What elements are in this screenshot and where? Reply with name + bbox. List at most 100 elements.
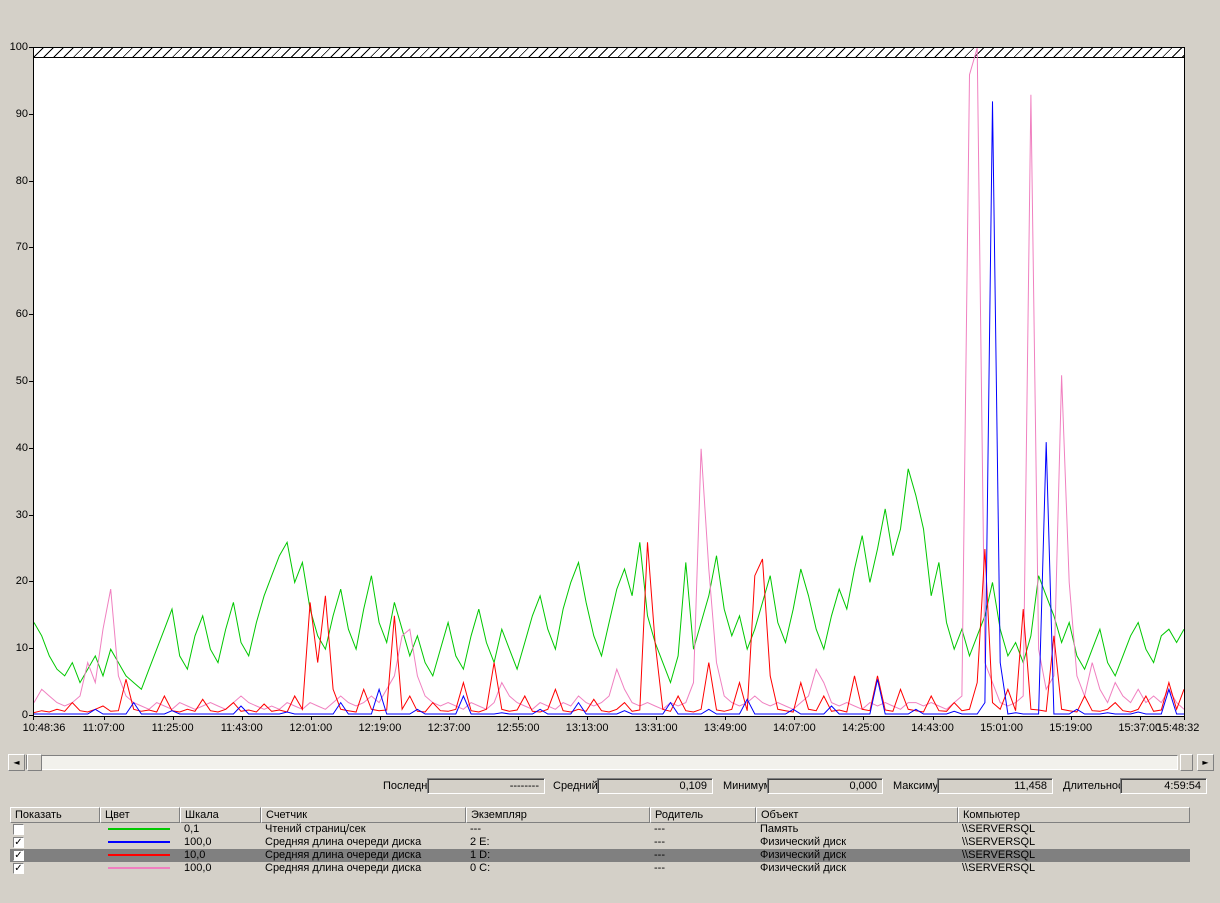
- legend-cell-scale: 0,1: [180, 823, 261, 836]
- plot-svg: [34, 48, 1184, 716]
- x-axis-label: 15:37:00: [1118, 722, 1161, 734]
- time-scrollbar[interactable]: ◄ ►: [8, 754, 1214, 771]
- x-axis-tick: [1002, 717, 1003, 720]
- y-axis-label: 10: [0, 642, 28, 654]
- x-axis-tick: [1071, 717, 1072, 720]
- legend-column-header[interactable]: Цвет: [100, 807, 180, 823]
- show-counter-checkbox[interactable]: ✓: [13, 850, 24, 861]
- x-axis-tick: [656, 717, 657, 720]
- scrollbar-thumb[interactable]: [27, 754, 42, 771]
- x-axis-tick: [311, 717, 312, 720]
- legend-cell-parent: ---: [650, 823, 756, 836]
- counter-color-swatch: [108, 854, 170, 856]
- legend-cell-computer: \\SERVERSQL: [958, 836, 1190, 849]
- x-axis-label: 10:48:36: [23, 722, 66, 734]
- legend-row[interactable]: ✓ 10,0Средняя длина очереди диска1 D:---Ф…: [10, 849, 1190, 862]
- legend-column-header[interactable]: Показать: [10, 807, 100, 823]
- scroll-left-icon: ◄: [13, 758, 19, 767]
- y-axis-label: 50: [0, 375, 28, 387]
- x-axis-label: 11:43:00: [221, 722, 263, 734]
- x-axis-tick: [1184, 717, 1185, 720]
- x-axis-tick: [518, 717, 519, 720]
- legend-cell-object: Физический диск: [756, 849, 958, 862]
- scroll-left-button[interactable]: ◄: [8, 754, 25, 771]
- legend-cell-instance: 2 E:: [466, 836, 650, 849]
- x-axis-label: 13:49:00: [704, 722, 747, 734]
- show-counter-checkbox[interactable]: ✓: [13, 837, 24, 848]
- legend-column-header[interactable]: Шкала: [180, 807, 261, 823]
- legend-cell-parent: ---: [650, 849, 756, 862]
- counter-color-swatch: [108, 841, 170, 843]
- y-axis-label: 80: [0, 175, 28, 187]
- last-value-field: --------: [427, 778, 545, 794]
- show-counter-checkbox[interactable]: [13, 824, 24, 835]
- y-axis-label: 0: [0, 709, 28, 721]
- x-axis-tick: [587, 717, 588, 720]
- legend-cell-counter: Средняя длина очереди диска: [261, 862, 466, 875]
- legend-row[interactable]: ✓100,0Средняя длина очереди диска0 C:---…: [10, 862, 1190, 875]
- counter-color-swatch: [108, 828, 170, 830]
- legend-cell-instance: ---: [466, 823, 650, 836]
- scrollbar-track[interactable]: [26, 755, 1178, 770]
- legend-column-header[interactable]: Родитель: [650, 807, 756, 823]
- performance-monitor-graph-view: 0102030405060708090100 10:48:3611:07:001…: [0, 0, 1220, 903]
- series-pages-read: [34, 469, 1184, 690]
- legend-row[interactable]: 0,1Чтений страниц/сек------Память\\SERVE…: [10, 823, 1190, 836]
- legend-cell-scale: 100,0: [180, 836, 261, 849]
- legend-cell-object: Память: [756, 823, 958, 836]
- legend-cell-parent: ---: [650, 836, 756, 849]
- x-axis-label: 13:31:00: [635, 722, 678, 734]
- x-axis-label: 15:01:00: [980, 722, 1023, 734]
- x-axis-tick: [380, 717, 381, 720]
- legend-row[interactable]: ✓ 100,0Средняя длина очереди диска2 E:---…: [10, 836, 1190, 849]
- x-axis-tick: [104, 717, 105, 720]
- x-axis-label: 15:48:32: [1157, 722, 1200, 734]
- scrollbar-thumb-right[interactable]: [1180, 754, 1193, 771]
- legend-cell-counter: Средняя длина очереди диска: [261, 849, 466, 862]
- x-axis-tick: [1140, 717, 1141, 720]
- legend-column-header[interactable]: Объект: [756, 807, 958, 823]
- x-axis-label: 15:19:00: [1049, 722, 1092, 734]
- average-value-field: 0,109: [597, 778, 713, 794]
- x-axis-label: 12:55:00: [497, 722, 540, 734]
- legend-header-row: ПоказатьЦветШкалаСчетчикЭкземплярРодител…: [10, 807, 1190, 823]
- scroll-right-button[interactable]: ►: [1197, 754, 1214, 771]
- series-disk-queue-c: [34, 48, 1184, 709]
- y-axis-label: 70: [0, 241, 28, 253]
- legend-cell-object: Физический диск: [756, 836, 958, 849]
- y-axis-label: 90: [0, 108, 28, 120]
- legend-column-header[interactable]: Компьютер: [958, 807, 1190, 823]
- legend-column-header[interactable]: Счетчик: [261, 807, 466, 823]
- x-axis-tick: [863, 717, 864, 720]
- x-axis-label: 13:13:00: [566, 722, 609, 734]
- x-axis-label: 14:43:00: [911, 722, 954, 734]
- legend-cell-scale: 10,0: [180, 849, 261, 862]
- counter-color-swatch: [108, 867, 170, 869]
- legend-cell-computer: \\SERVERSQL: [958, 849, 1190, 862]
- x-axis-label: 12:19:00: [358, 722, 401, 734]
- legend-column-header[interactable]: Экземпляр: [466, 807, 650, 823]
- legend-cell-object: Физический диск: [756, 862, 958, 875]
- x-axis-label: 11:25:00: [152, 722, 194, 734]
- minimum-label: Минимум: [723, 780, 771, 792]
- legend-cell-parent: ---: [650, 862, 756, 875]
- legend-cell-computer: \\SERVERSQL: [958, 862, 1190, 875]
- legend-body: 0,1Чтений страниц/сек------Память\\SERVE…: [10, 823, 1190, 875]
- x-axis-label: 12:37:00: [428, 722, 471, 734]
- x-axis-label: 14:07:00: [773, 722, 816, 734]
- y-axis-label: 100: [0, 41, 28, 53]
- x-axis-tick: [933, 717, 934, 720]
- duration-value-field: 4:59:54: [1120, 778, 1207, 794]
- maximum-value-field: 11,458: [937, 778, 1053, 794]
- show-counter-checkbox[interactable]: ✓: [13, 863, 24, 874]
- legend-cell-instance: 1 D:: [466, 849, 650, 862]
- x-axis-label: 11:07:00: [83, 722, 125, 734]
- x-axis-tick: [794, 717, 795, 720]
- y-axis-label: 20: [0, 575, 28, 587]
- x-axis-tick: [173, 717, 174, 720]
- legend-cell-instance: 0 C:: [466, 862, 650, 875]
- legend-cell-counter: Средняя длина очереди диска: [261, 836, 466, 849]
- stats-bar: Последний -------- Средний 0,109 Минимум…: [0, 778, 1220, 796]
- chart-plot-area: [33, 47, 1185, 717]
- y-axis-label: 40: [0, 442, 28, 454]
